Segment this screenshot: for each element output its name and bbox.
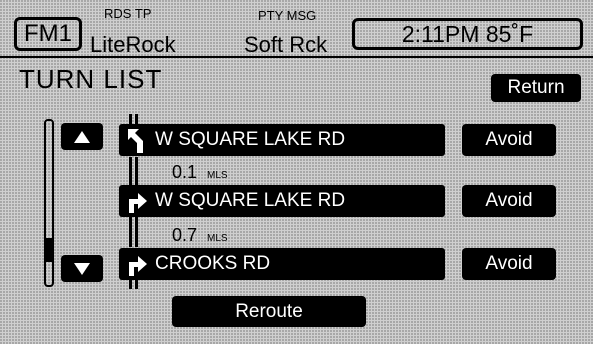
- scroll-up-button[interactable]: [61, 123, 103, 150]
- route-line: [135, 157, 138, 185]
- up-arrow-icon: [74, 130, 90, 143]
- turn-row[interactable]: W SQUARE LAKE RD: [119, 185, 445, 217]
- route-line: [135, 217, 138, 247]
- scrollbar-thumb[interactable]: [46, 238, 52, 262]
- turn-street-name: W SQUARE LAKE RD: [155, 190, 346, 211]
- route-line: [135, 114, 138, 124]
- turn-distance: 0.1 MLS: [172, 162, 228, 183]
- distance-value: 0.1: [172, 162, 198, 182]
- turn-right-icon: [119, 248, 155, 280]
- distance-value: 0.7: [172, 225, 198, 245]
- reroute-button[interactable]: Reroute: [172, 296, 366, 327]
- avoid-button[interactable]: Avoid: [462, 124, 556, 156]
- pty-msg-label: PTY MSG: [258, 8, 317, 23]
- station-name: LiteRock: [90, 32, 176, 57]
- route-line: [129, 114, 132, 124]
- turn-street-name: W SQUARE LAKE RD: [155, 129, 346, 150]
- return-button[interactable]: Return: [491, 74, 581, 102]
- turn-right-icon: [119, 185, 155, 217]
- source-button[interactable]: FM1: [14, 17, 82, 51]
- avoid-button[interactable]: Avoid: [462, 248, 556, 280]
- distance-unit: MLS: [207, 233, 228, 244]
- header-divider: [0, 56, 593, 58]
- route-line: [129, 279, 132, 289]
- turn-row[interactable]: W SQUARE LAKE RD: [119, 124, 445, 156]
- rds-tp-label: RDS TP: [104, 6, 152, 21]
- distance-unit: MLS: [207, 170, 228, 181]
- genre-label: Soft Rck: [244, 32, 328, 57]
- turn-row[interactable]: CROOKS RD: [119, 248, 445, 280]
- down-arrow-icon: [74, 262, 90, 275]
- avoid-button[interactable]: Avoid: [462, 185, 556, 217]
- scroll-down-button[interactable]: [61, 255, 103, 282]
- route-line: [129, 217, 132, 247]
- turn-slight-left-icon: [119, 124, 155, 156]
- turn-street-name: CROOKS RD: [155, 253, 271, 274]
- turn-distance: 0.7 MLS: [172, 225, 228, 246]
- route-line: [129, 157, 132, 185]
- clock-temperature: 2:11PM 85˚F: [352, 18, 583, 50]
- page-title: TURN LIST: [19, 64, 163, 94]
- route-line: [135, 279, 138, 289]
